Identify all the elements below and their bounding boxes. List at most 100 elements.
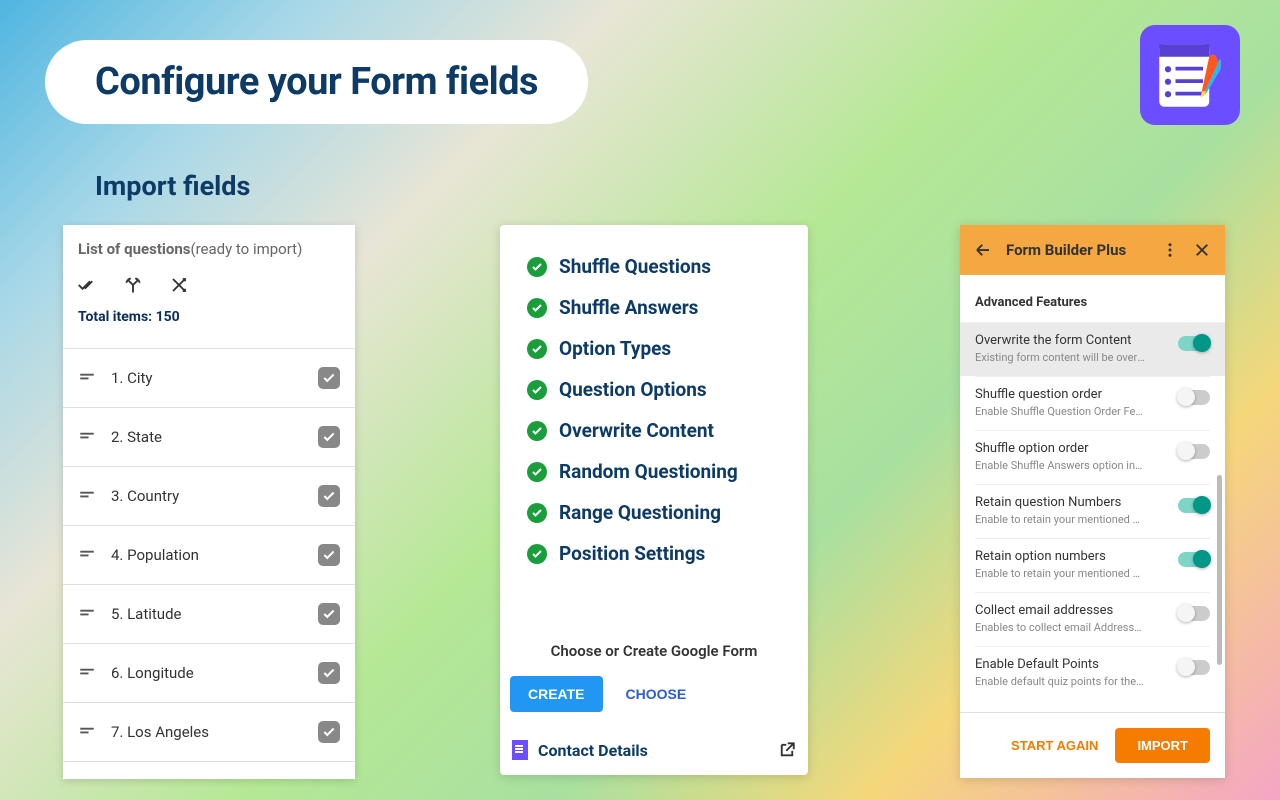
question-checkbox[interactable] bbox=[318, 367, 340, 389]
import-fields-subtitle: Import fields bbox=[95, 170, 250, 202]
question-list: 1. City 2. State 3. Country 4. Population 5.… bbox=[63, 348, 355, 762]
setting-title: Collect email addresses bbox=[975, 603, 1170, 618]
feature-label: Option Types bbox=[559, 337, 671, 360]
setting-toggle[interactable] bbox=[1178, 498, 1210, 513]
setting-toggle[interactable] bbox=[1178, 336, 1210, 351]
feature-list: Shuffle Questions Shuffle Answers Option T… bbox=[522, 245, 786, 580]
feature-item: Overwrite Content bbox=[527, 419, 781, 442]
question-checkbox[interactable] bbox=[318, 603, 340, 625]
advanced-panel: Form Builder Plus Advanced Features Over… bbox=[960, 225, 1225, 778]
setting-desc: Enable to retain your mentioned opti… bbox=[975, 567, 1145, 580]
question-label: 2. State bbox=[111, 428, 318, 446]
question-item[interactable]: 7. Los Angeles bbox=[63, 703, 355, 762]
question-item[interactable]: 2. State bbox=[63, 408, 355, 467]
question-label: 6. Longitude bbox=[111, 664, 318, 682]
create-button[interactable]: CREATE bbox=[510, 676, 603, 712]
short-text-icon bbox=[78, 367, 96, 389]
setting-toggle[interactable] bbox=[1178, 390, 1210, 405]
short-text-icon bbox=[78, 485, 96, 507]
check-icon bbox=[527, 421, 547, 441]
contact-icon bbox=[512, 740, 528, 760]
setting-title: Enable Default Points bbox=[975, 657, 1170, 672]
check-icon bbox=[527, 380, 547, 400]
feature-label: Shuffle Answers bbox=[559, 296, 698, 319]
features-panel: Shuffle Questions Shuffle Answers Option T… bbox=[500, 225, 808, 775]
back-icon[interactable] bbox=[974, 241, 992, 259]
short-text-icon bbox=[78, 426, 96, 448]
feature-item: Random Questioning bbox=[527, 460, 781, 483]
page-title: Configure your Form fields bbox=[45, 40, 588, 124]
setting-item: Collect email addressesEnables to collec… bbox=[975, 592, 1210, 646]
setting-toggle[interactable] bbox=[1178, 444, 1210, 459]
setting-item: Overwrite the form Content Existing form … bbox=[960, 322, 1225, 376]
advanced-section-title: Advanced Features bbox=[975, 285, 1210, 322]
check-icon bbox=[527, 503, 547, 523]
choose-form-label: Choose or Create Google Form bbox=[500, 642, 808, 660]
feature-label: Overwrite Content bbox=[559, 419, 714, 442]
question-label: 3. Country bbox=[111, 487, 318, 505]
check-icon bbox=[527, 339, 547, 359]
setting-title: Shuffle option order bbox=[975, 441, 1170, 456]
split-icon[interactable] bbox=[124, 276, 142, 294]
select-all-icon[interactable] bbox=[78, 276, 96, 294]
setting-desc: Existing form content will be overwrit… bbox=[975, 351, 1145, 364]
setting-title: Overwrite the form Content bbox=[975, 333, 1170, 348]
setting-toggle[interactable] bbox=[1178, 552, 1210, 567]
app-logo bbox=[1140, 25, 1240, 125]
feature-label: Shuffle Questions bbox=[559, 255, 711, 278]
check-icon bbox=[527, 257, 547, 277]
setting-desc: Enable default quiz points for the qu… bbox=[975, 675, 1145, 688]
setting-toggle[interactable] bbox=[1178, 606, 1210, 621]
setting-title: Shuffle question order bbox=[975, 387, 1170, 402]
setting-item: Shuffle question order Enable Shuffle Que… bbox=[975, 376, 1210, 430]
feature-item: Shuffle Questions bbox=[527, 255, 781, 278]
scrollbar[interactable] bbox=[1217, 475, 1222, 665]
question-item[interactable]: 1. City bbox=[63, 349, 355, 408]
more-icon[interactable] bbox=[1161, 241, 1179, 259]
start-again-button[interactable]: START AGAIN bbox=[1006, 728, 1103, 763]
setting-desc: Enable to retain your mentioned que… bbox=[975, 513, 1145, 526]
question-item[interactable]: 3. Country bbox=[63, 467, 355, 526]
check-icon bbox=[527, 298, 547, 318]
question-label: 1. City bbox=[111, 369, 318, 387]
shuffle-icon[interactable] bbox=[170, 276, 188, 294]
question-item[interactable]: 6. Longitude bbox=[63, 644, 355, 703]
feature-label: Random Questioning bbox=[559, 460, 738, 483]
question-checkbox[interactable] bbox=[318, 426, 340, 448]
question-item[interactable]: 5. Latitude bbox=[63, 585, 355, 644]
choose-button[interactable]: CHOOSE bbox=[621, 676, 692, 712]
list-title: List of questions(ready to import) bbox=[78, 240, 340, 258]
feature-item: Position Settings bbox=[527, 542, 781, 565]
feature-item: Shuffle Answers bbox=[527, 296, 781, 319]
question-checkbox[interactable] bbox=[318, 662, 340, 684]
setting-title: Retain option numbers bbox=[975, 549, 1170, 564]
short-text-icon bbox=[78, 721, 96, 743]
close-icon[interactable] bbox=[1193, 241, 1211, 259]
setting-desc: Enable Shuffle Question Order Feat… bbox=[975, 405, 1145, 418]
question-label: 4. Population bbox=[111, 546, 318, 564]
open-external-icon[interactable] bbox=[778, 741, 796, 759]
short-text-icon bbox=[78, 544, 96, 566]
setting-desc: Enable Shuffle Answers option in the… bbox=[975, 459, 1145, 472]
question-label: 5. Latitude bbox=[111, 605, 318, 623]
feature-label: Range Questioning bbox=[559, 501, 721, 524]
question-checkbox[interactable] bbox=[318, 485, 340, 507]
setting-item: Retain question NumbersEnable to retain … bbox=[975, 484, 1210, 538]
setting-item: Shuffle option order Enable Shuffle Answe… bbox=[975, 430, 1210, 484]
feature-label: Question Options bbox=[559, 378, 707, 401]
check-icon bbox=[527, 544, 547, 564]
feature-item: Option Types bbox=[527, 337, 781, 360]
setting-item: Retain option numbers Enable to retain yo… bbox=[975, 538, 1210, 592]
question-item[interactable]: 4. Population bbox=[63, 526, 355, 585]
setting-item: Enable Default Points Enable default quiz… bbox=[975, 646, 1210, 700]
check-icon bbox=[527, 462, 547, 482]
default-point-label: Default Point bbox=[975, 700, 1210, 712]
question-checkbox[interactable] bbox=[318, 544, 340, 566]
setting-toggle[interactable] bbox=[1178, 660, 1210, 675]
contact-details-link[interactable]: Contact Details bbox=[538, 741, 768, 760]
question-checkbox[interactable] bbox=[318, 721, 340, 743]
short-text-icon bbox=[78, 662, 96, 684]
import-button[interactable]: IMPORT bbox=[1115, 728, 1210, 763]
question-toolbar bbox=[78, 258, 340, 309]
short-text-icon bbox=[78, 603, 96, 625]
